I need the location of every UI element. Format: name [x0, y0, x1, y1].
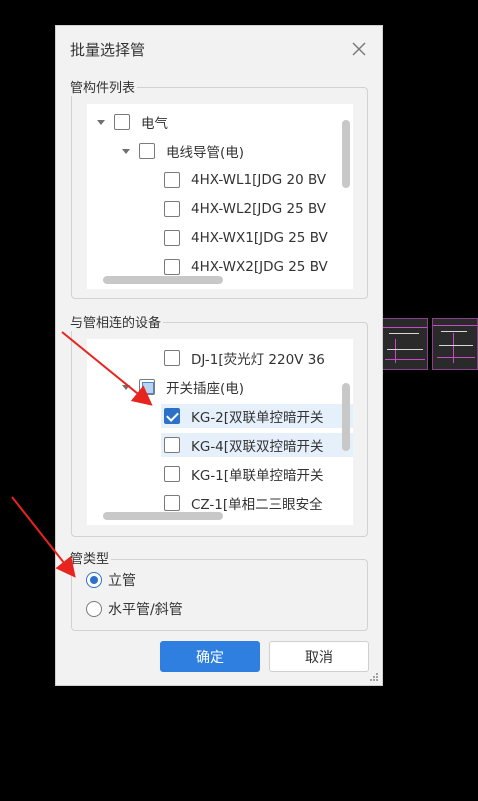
checkbox-partial[interactable]: [139, 379, 155, 395]
close-icon[interactable]: [350, 40, 368, 58]
radio-vertical-pipe[interactable]: 立管: [86, 569, 136, 591]
pipe-type-label: 管类型: [68, 548, 112, 567]
radio-horizontal-pipe[interactable]: 水平管/斜管: [86, 598, 183, 620]
radio-selected[interactable]: [86, 572, 102, 588]
checkbox-checked[interactable]: [164, 408, 180, 424]
vertical-scrollbar[interactable]: [342, 120, 350, 188]
devices-group: DJ-1[荧光灯 220V 36 开关插座(电) KG-2[双联单控暗开关 KG…: [71, 322, 368, 537]
device-tree[interactable]: DJ-1[荧光灯 220V 36 开关插座(电) KG-2[双联单控暗开关 KG…: [87, 339, 353, 525]
tree-item-device[interactable]: KG-1[单联单控暗开关: [164, 462, 324, 486]
radio-unselected[interactable]: [86, 601, 102, 617]
checkbox[interactable]: [164, 201, 180, 217]
tree-item-device[interactable]: DJ-1[荧光灯 220V 36: [164, 346, 325, 370]
checkbox[interactable]: [164, 172, 180, 188]
checkbox[interactable]: [164, 437, 180, 453]
horizontal-scrollbar[interactable]: [103, 512, 223, 520]
tree-item-socket-group[interactable]: 开关插座(电): [122, 375, 244, 399]
checkbox[interactable]: [164, 466, 180, 482]
caret-down-icon[interactable]: [122, 148, 130, 154]
tree-item-device[interactable]: KG-2[双联单控暗开关: [161, 404, 353, 428]
tree-item-conduit[interactable]: 电线导管(电): [122, 139, 244, 163]
pipe-list-label: 管构件列表: [68, 77, 138, 96]
tree-item-device[interactable]: KG-4[双联双控暗开关: [161, 433, 353, 457]
horizontal-scrollbar[interactable]: [103, 276, 223, 284]
cad-drawing-thumbnail: [432, 318, 478, 370]
pipe-list-group: 电气 电线导管(电) 4HX-WL1[JDG 20 BV 4HX-WL2[JDG…: [71, 87, 368, 299]
checkbox[interactable]: [139, 143, 155, 159]
screen: 批量选择管 电气 电线导管(电) 4HX-WL1[JDG 20 BV 4HX-W…: [0, 0, 478, 801]
checkbox[interactable]: [164, 230, 180, 246]
confirm-button[interactable]: 确定: [160, 641, 260, 672]
tree-item-electrical[interactable]: 电气: [97, 110, 168, 134]
batch-select-pipe-dialog: 批量选择管 电气 电线导管(电) 4HX-WL1[JDG 20 BV 4HX-W…: [55, 25, 383, 686]
caret-down-icon[interactable]: [122, 384, 130, 390]
resize-grip-icon[interactable]: [369, 672, 379, 682]
devices-label: 与管相连的设备: [68, 312, 164, 331]
dialog-title: 批量选择管: [70, 41, 146, 59]
checkbox[interactable]: [164, 495, 180, 511]
pipe-type-group: 立管 水平管/斜管: [71, 559, 368, 631]
cad-drawing-thumbnail: [382, 318, 428, 370]
tree-item-pipe[interactable]: 4HX-WX1[JDG 25 BV: [164, 226, 328, 250]
checkbox[interactable]: [114, 114, 130, 130]
tree-item-pipe[interactable]: 4HX-WL1[JDG 20 BV: [164, 168, 326, 192]
checkbox[interactable]: [164, 259, 180, 275]
pipe-tree[interactable]: 电气 电线导管(电) 4HX-WL1[JDG 20 BV 4HX-WL2[JDG…: [87, 104, 353, 289]
caret-down-icon[interactable]: [97, 119, 105, 125]
tree-item-pipe[interactable]: 4HX-WL2[JDG 25 BV: [164, 197, 326, 221]
vertical-scrollbar[interactable]: [342, 383, 350, 451]
cancel-button[interactable]: 取消: [269, 641, 369, 672]
checkbox[interactable]: [164, 350, 180, 366]
